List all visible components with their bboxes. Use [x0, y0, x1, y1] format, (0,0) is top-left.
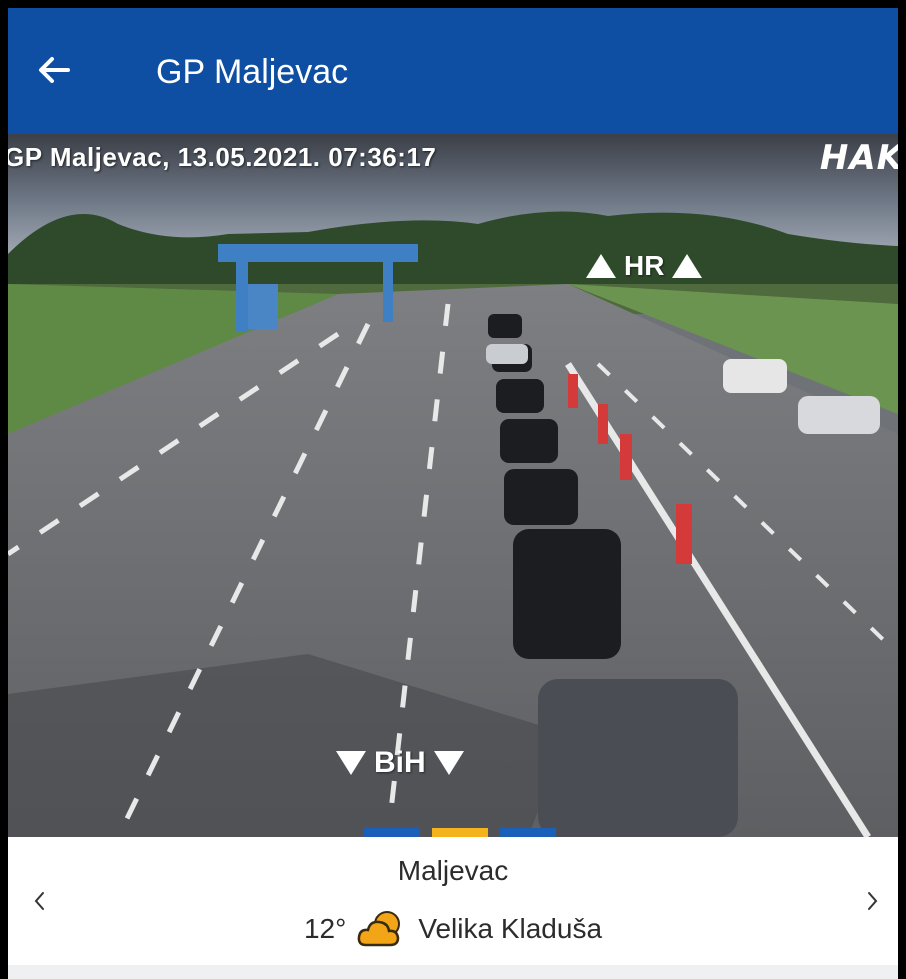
temperature: 12°	[303, 913, 347, 944]
app-bar: GP Maljevac	[8, 8, 898, 134]
camera-image[interactable]: GP Maljevac, 13.05.2021. 07:36:17 HAK HR…	[8, 134, 898, 837]
partly-cloudy-icon	[357, 911, 401, 947]
triangle-down-icon	[433, 751, 464, 775]
triangle-up-icon	[586, 254, 616, 278]
hak-logo: HAK	[819, 138, 898, 178]
arrow-left-icon	[39, 57, 70, 83]
image-pager	[364, 828, 556, 837]
pager-segment[interactable]	[500, 828, 556, 837]
page-title: GP Maljevac	[156, 53, 349, 91]
back-button[interactable]	[32, 48, 76, 92]
weather-place: Velika Kladuša	[418, 913, 603, 944]
triangle-up-icon	[672, 254, 703, 278]
camera-location-name: Maljevac	[397, 855, 509, 886]
pager-segment-active[interactable]	[432, 828, 488, 837]
camera-scene	[8, 134, 898, 837]
direction-bih-text: BiH	[374, 746, 426, 779]
app-screen: GP Maljevac GP Maljevac, 13.05.2021. 07:…	[8, 8, 898, 979]
direction-hr-label: HR	[586, 250, 703, 282]
bottom-panel-edge	[8, 965, 898, 979]
camera-info: Maljevac 12° Velika Kladuša	[8, 837, 898, 965]
next-camera-button[interactable]	[852, 881, 892, 921]
weather-row: 12° Velika Kladuša	[8, 909, 898, 949]
chevron-right-icon	[868, 892, 878, 910]
direction-bih-label: BiH	[336, 746, 464, 780]
camera-timestamp: GP Maljevac, 13.05.2021. 07:36:17	[8, 142, 437, 172]
pager-segment[interactable]	[364, 828, 420, 837]
triangle-down-icon	[336, 751, 366, 775]
direction-hr-text: HR	[624, 250, 665, 281]
